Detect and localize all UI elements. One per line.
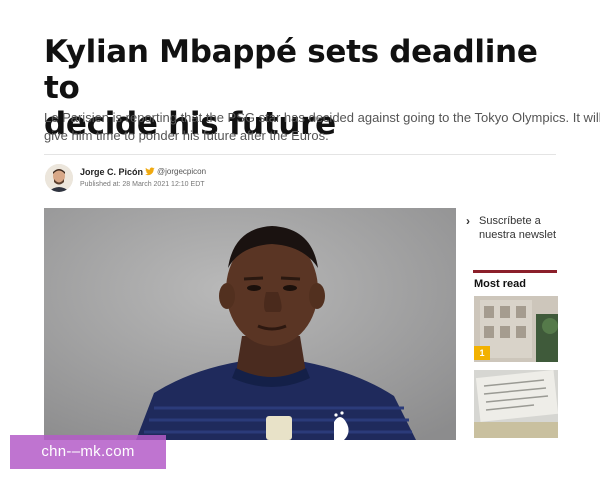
chevron-right-icon: › [466,214,470,228]
document-thumbnail [474,370,558,438]
header-divider [44,154,556,155]
newsletter-line-2: nuestra newslet [479,229,557,241]
twitter-bird-icon [145,167,155,176]
published-timestamp: Published at: 28 March 2021 12:10 EDT [80,181,205,188]
newsletter-link-text: Suscríbete a nuestra newslet [479,214,559,242]
headline-line-1: Kylian Mbappé sets deadline to [44,34,538,106]
newsletter-line-1: Suscríbete a [479,215,541,227]
avatar-portrait [45,164,73,192]
author-avatar[interactable] [45,164,73,192]
article-photo [44,208,456,440]
article-subhead: Le Parisien is reporting that the PSG st… [44,109,600,145]
author-twitter-handle[interactable]: @jorgecpicon [157,167,206,176]
most-read-accent-bar [473,270,557,273]
subhead-line-1: Le Parisien is reporting that the PSG st… [44,110,600,125]
author-name[interactable]: Jorge C. Picón [80,167,143,177]
subhead-line-2: give him time to ponder his future after… [44,128,329,143]
player-portrait-illustration [44,208,456,440]
most-read-rank-badge: 1 [474,346,490,360]
most-read-item-2-thumbnail[interactable] [474,370,558,438]
site-watermark: chn-–mk.com [10,435,166,469]
most-read-heading: Most read [474,278,526,290]
